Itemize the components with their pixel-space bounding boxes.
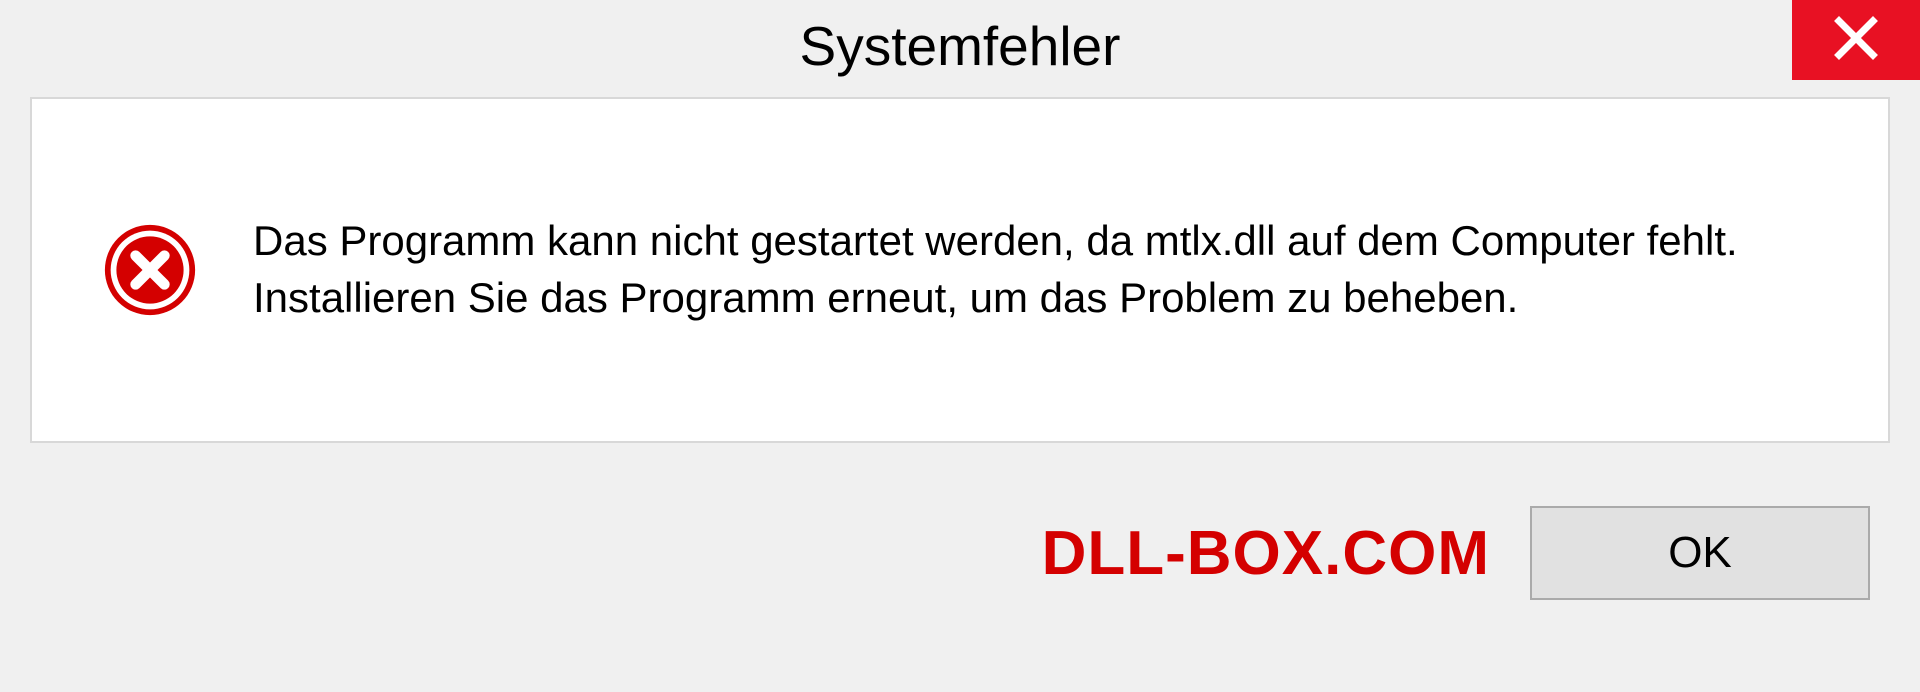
error-icon xyxy=(102,222,198,318)
close-icon xyxy=(1833,15,1879,66)
watermark-text: DLL-BOX.COM xyxy=(1042,518,1490,589)
titlebar: Systemfehler xyxy=(0,0,1920,92)
dialog-title: Systemfehler xyxy=(800,14,1121,78)
ok-button[interactable]: OK xyxy=(1530,506,1870,600)
content-panel: Das Programm kann nicht gestartet werden… xyxy=(30,97,1890,443)
error-message: Das Programm kann nicht gestartet werden… xyxy=(253,213,1818,326)
ok-button-label: OK xyxy=(1668,528,1732,578)
close-button[interactable] xyxy=(1792,0,1920,80)
error-dialog: Systemfehler Das Programm kann nicht ges… xyxy=(0,0,1920,692)
dialog-footer: DLL-BOX.COM OK xyxy=(0,473,1920,633)
